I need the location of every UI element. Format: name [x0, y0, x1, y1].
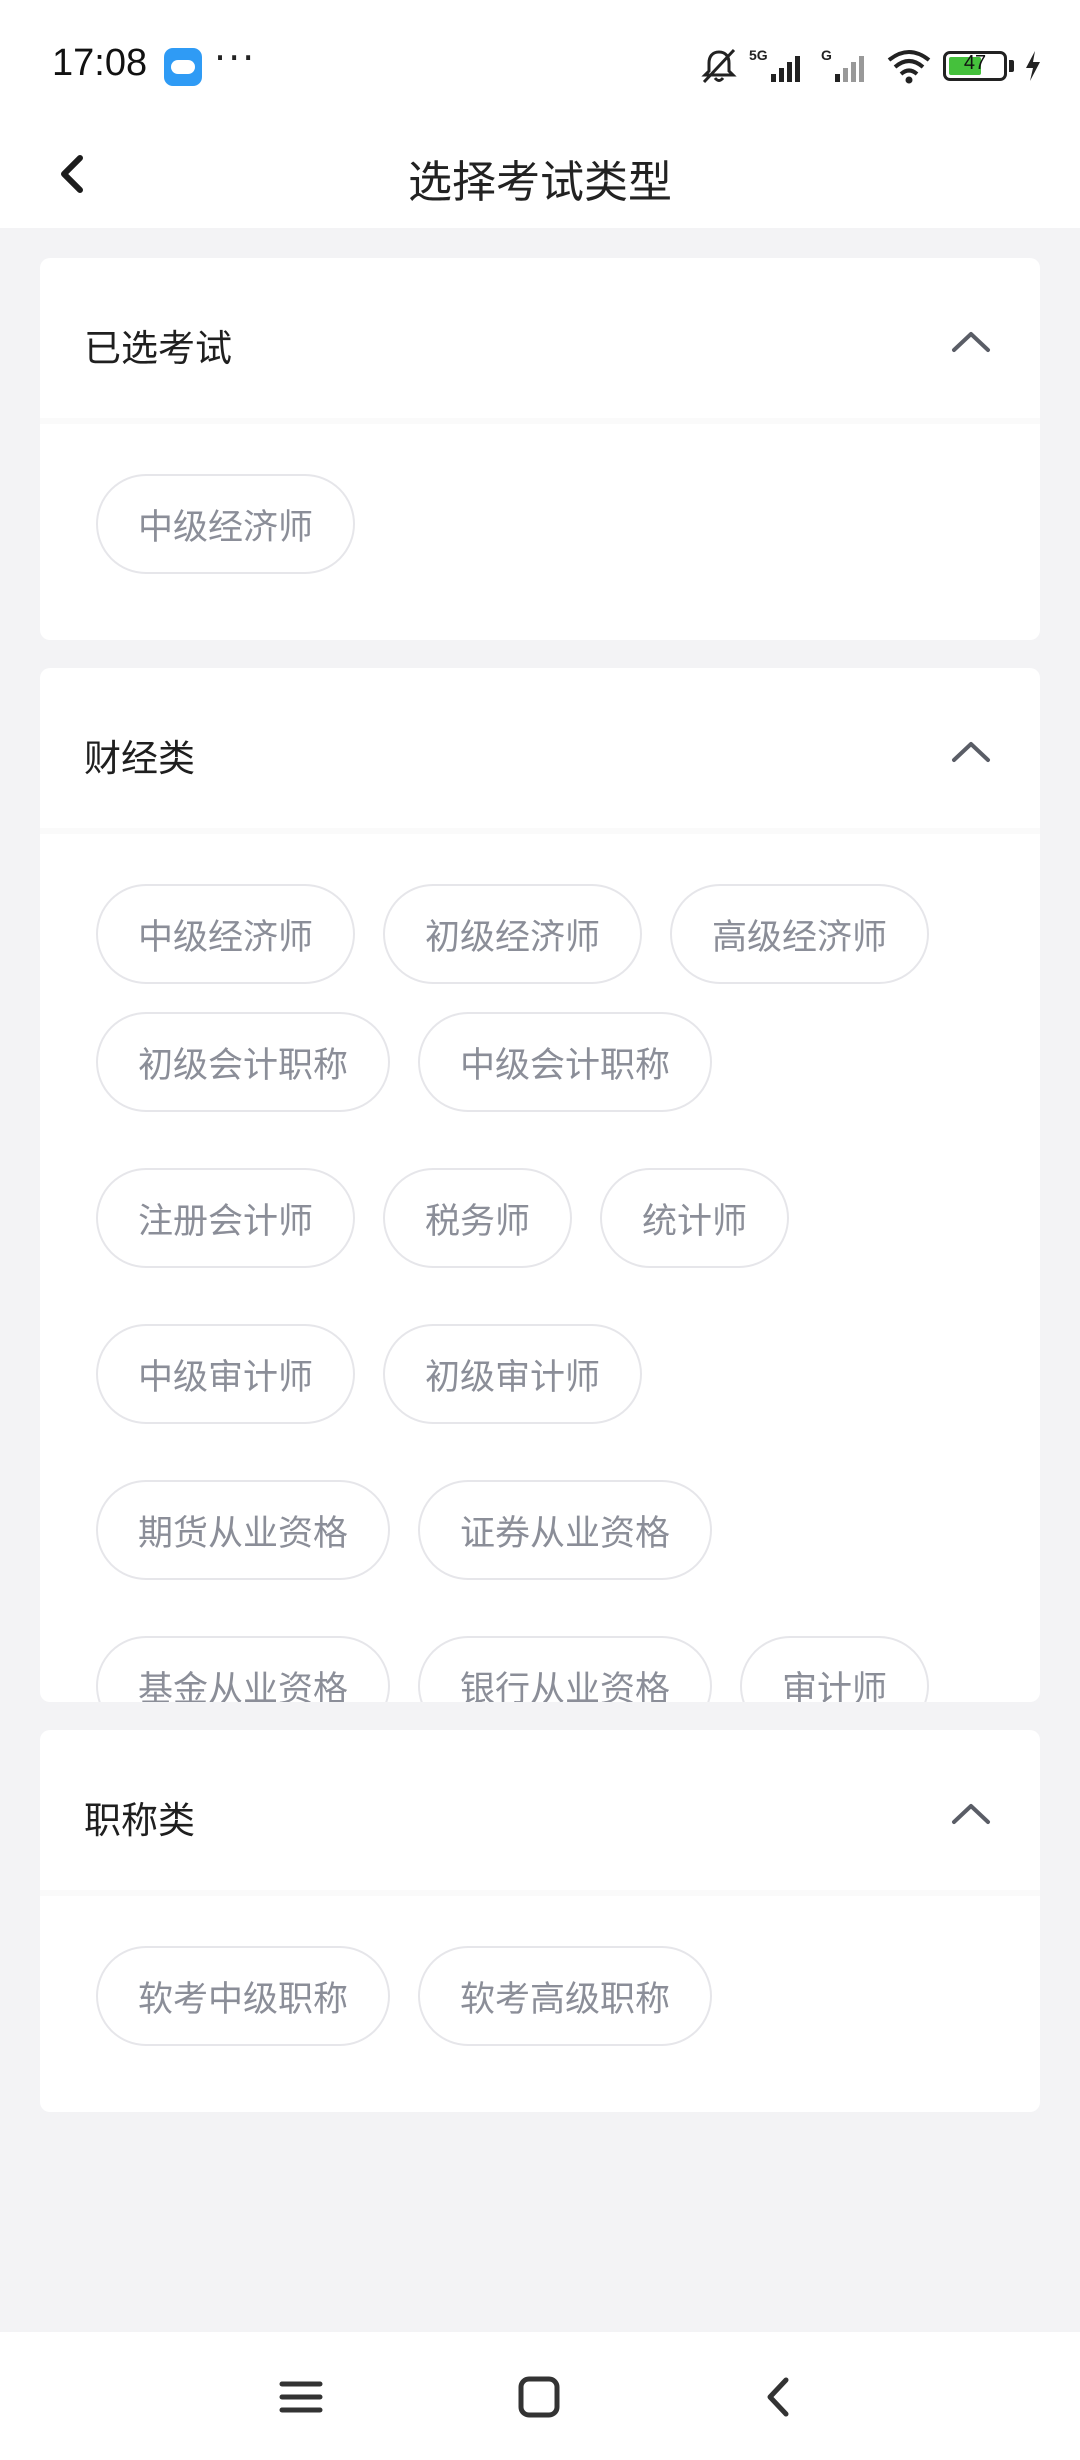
section-finance: 财经类 中级经济师 初级经济师 高级经济师 初级会计职称 中级会计职称 注册会计… [40, 668, 1040, 1702]
recent-apps-button[interactable] [266, 2362, 336, 2432]
status-icons: 5G G 47 [699, 44, 1042, 88]
collapse-button[interactable] [946, 318, 996, 368]
section-professional-titles: 职称类 软考中级职称 软考高级职称 [40, 1730, 1040, 2112]
more-notifications-icon: ··· [214, 36, 257, 80]
bell-muted-icon [701, 48, 737, 84]
network-label-5g: 5G [749, 47, 768, 63]
weather-cloud-icon [164, 48, 202, 86]
chevron-up-icon [952, 1804, 990, 1824]
exam-chip[interactable]: 银行从业资格 [418, 1636, 713, 1702]
chevron-left-icon [767, 2377, 789, 2417]
charging-bolt-icon [1026, 51, 1040, 81]
section-header[interactable]: 财经类 [40, 668, 1040, 834]
exam-chip[interactable]: 初级经济师 [383, 884, 643, 984]
network-label-g: G [821, 47, 832, 63]
exam-chip[interactable]: 证券从业资格 [418, 1480, 713, 1580]
exam-chip[interactable]: 中级经济师 [96, 884, 356, 984]
status-bar: 17:08 ··· 5G G 47 [0, 0, 1080, 120]
signal-g-icon: G [821, 47, 864, 82]
chip-list: 中级经济师 初级经济师 高级经济师 初级会计职称 中级会计职称 注册会计师 税务… [40, 834, 1040, 1702]
collapse-button[interactable] [946, 728, 996, 778]
menu-lines-icon [279, 2381, 323, 2413]
home-button[interactable] [504, 2362, 574, 2432]
section-title: 已选考试 [84, 327, 232, 370]
nav-bar: 选择考试类型 [0, 120, 1080, 228]
signal-5g-icon: 5G [749, 47, 800, 82]
section-title: 职称类 [84, 1799, 195, 1842]
section-header[interactable]: 职称类 [40, 1730, 1040, 1896]
exam-chip[interactable]: 中级审计师 [96, 1324, 356, 1424]
square-home-icon [518, 2376, 560, 2418]
exam-chip[interactable]: 初级审计师 [383, 1324, 643, 1424]
status-time: 17:08 [52, 42, 148, 84]
system-back-button[interactable] [744, 2362, 814, 2432]
chip-list: 软考中级职称 软考高级职称 [40, 1896, 1040, 2046]
exam-chip[interactable]: 中级经济师 [96, 474, 356, 574]
exam-chip[interactable]: 统计师 [600, 1168, 790, 1268]
exam-chip[interactable]: 软考中级职称 [96, 1946, 391, 2046]
section-title: 财经类 [84, 737, 195, 780]
system-nav-bar [0, 2332, 1080, 2460]
page-title: 选择考试类型 [408, 157, 672, 208]
section-selected-exam: 已选考试 中级经济师 [40, 258, 1040, 640]
wifi-icon [887, 50, 931, 84]
exam-chip[interactable]: 期货从业资格 [96, 1480, 391, 1580]
battery-level: 47 [963, 52, 987, 74]
exam-chip[interactable]: 税务师 [383, 1168, 573, 1268]
section-header[interactable]: 已选考试 [40, 258, 1040, 424]
collapse-button[interactable] [946, 1790, 996, 1840]
exam-chip[interactable]: 中级会计职称 [418, 1012, 713, 1112]
exam-chip[interactable]: 高级经济师 [670, 884, 930, 984]
exam-chip[interactable]: 审计师 [740, 1636, 930, 1702]
exam-chip[interactable]: 软考高级职称 [418, 1946, 713, 2046]
exam-chip[interactable]: 初级会计职称 [96, 1012, 391, 1112]
chevron-up-icon [952, 742, 990, 762]
chevron-up-icon [952, 332, 990, 352]
battery-icon: 47 [943, 51, 1007, 81]
exam-chip[interactable]: 注册会计师 [96, 1168, 356, 1268]
exam-chip[interactable]: 基金从业资格 [96, 1636, 391, 1702]
battery-cap [1009, 60, 1014, 72]
chip-list: 中级经济师 [40, 424, 1040, 574]
